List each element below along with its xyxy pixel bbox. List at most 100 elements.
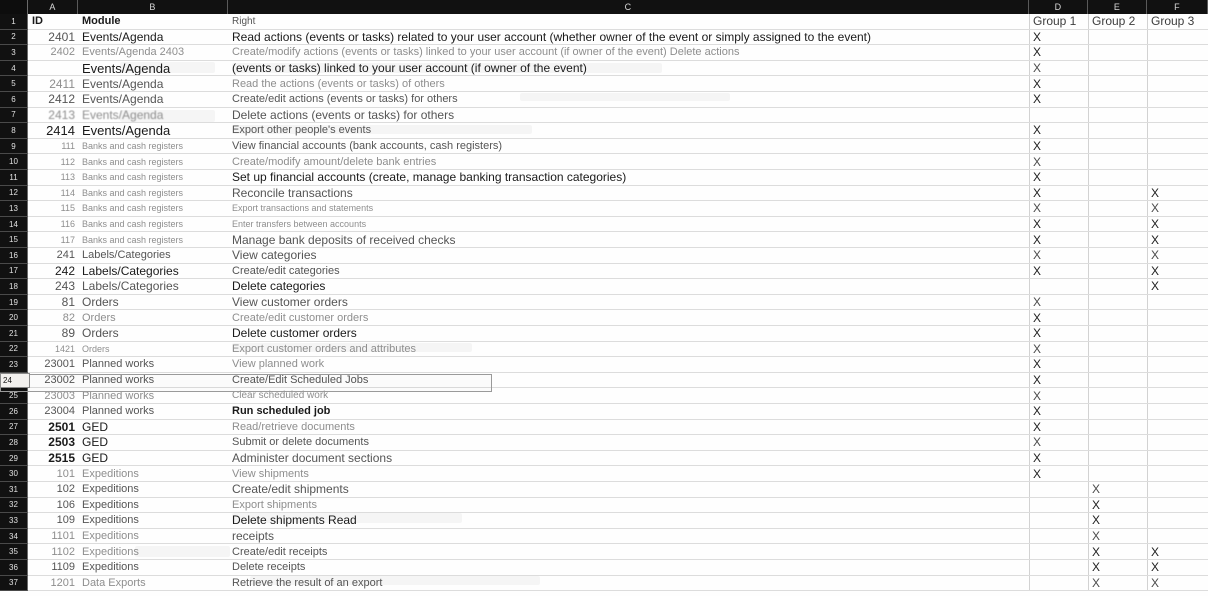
cell-group1-r13[interactable]: X	[1029, 201, 1088, 216]
cell-module-r36[interactable]: Expeditions	[78, 560, 228, 575]
cell-group3-r20[interactable]	[1147, 310, 1208, 325]
cell-group1-r28[interactable]: X	[1029, 435, 1088, 450]
cell-module-r26[interactable]: Planned works	[78, 404, 228, 419]
cell-group3-r28[interactable]	[1147, 435, 1208, 450]
table-row[interactable]: 23002 Planned works Create/Edit Scheduled …	[28, 372, 1208, 389]
cell-group3-r35[interactable]: X	[1147, 544, 1208, 559]
cell-group1-r31[interactable]	[1029, 482, 1088, 497]
cell-group2-r13[interactable]	[1088, 201, 1147, 216]
cell-module-r29[interactable]: GED	[78, 451, 228, 466]
table-row[interactable]: 115 Banks and cash registers Export transa…	[28, 201, 1208, 217]
cell-group3-r24[interactable]	[1147, 372, 1208, 388]
cell-module-r30[interactable]: Expeditions	[78, 466, 228, 481]
cell-id-r23[interactable]: 23001	[28, 357, 78, 372]
cell-group1-r17[interactable]: X	[1029, 263, 1088, 279]
cell-id-r9[interactable]: 111	[28, 139, 78, 154]
row-header-30[interactable]: 30	[0, 466, 28, 482]
cell-module-r37[interactable]: Data Exports	[78, 576, 228, 591]
cell-right-r17[interactable]: Create/edit categories	[228, 264, 1029, 279]
cell-group3-r37[interactable]: X	[1147, 575, 1208, 591]
cell-group1-r36[interactable]	[1029, 560, 1088, 575]
table-row[interactable]: 106 Expeditions Export shipments X	[28, 497, 1208, 514]
row-header-31[interactable]: 31	[0, 482, 28, 498]
cell-id-r18[interactable]: 243	[28, 279, 78, 294]
table-row[interactable]: 2414 Events/Agenda Export other people's e…	[28, 123, 1208, 139]
table-row[interactable]: 2411 Events/Agenda Read the actions (event…	[28, 76, 1208, 92]
cell-module-r5[interactable]: Events/Agenda	[78, 76, 228, 91]
cell-right-r13[interactable]: Export transactions and statements	[228, 201, 1029, 216]
row-header-25[interactable]: 25	[0, 388, 28, 404]
table-row[interactable]: 243 Labels/Categories Delete categories X	[28, 279, 1208, 295]
cell-group1-r6[interactable]: X	[1029, 92, 1088, 107]
table-row[interactable]: 101 Expeditions View shipments X	[28, 466, 1208, 482]
cell-module-r7[interactable]: Events/Agenda	[78, 108, 228, 123]
cell-module-r13[interactable]: Banks and cash registers	[78, 201, 228, 216]
cell-group2-r21[interactable]	[1088, 326, 1147, 341]
cell-module-r28[interactable]: GED	[78, 435, 228, 450]
cell-module-r4[interactable]: Events/Agenda	[78, 61, 228, 76]
cell-group3-r17[interactable]: X	[1147, 263, 1208, 279]
row-header-24[interactable]: 24	[0, 372, 30, 389]
table-row[interactable]: 114 Banks and cash registers Reconcile tra…	[28, 185, 1208, 202]
cell-group1-r35[interactable]	[1029, 544, 1088, 559]
row-header-32[interactable]: 32	[0, 497, 28, 514]
cell-module-r14[interactable]: Banks and cash registers	[78, 217, 228, 232]
cell-right-r26[interactable]: Run scheduled job	[228, 404, 1029, 419]
cell-right-r5[interactable]: Read the actions (events or tasks) of ot…	[228, 76, 1029, 91]
cell-id-r17[interactable]: 242	[28, 264, 78, 279]
cell-group2-r19[interactable]	[1088, 294, 1147, 310]
cell-module-r22[interactable]: Orders	[78, 342, 228, 357]
cell-group1-r21[interactable]: X	[1029, 326, 1088, 341]
cell-right-r25[interactable]: Clear scheduled work	[228, 388, 1029, 403]
cell-group2-r27[interactable]	[1088, 419, 1147, 435]
cell-group3-r1[interactable]: Group 3	[1147, 14, 1208, 29]
cell-group3-r33[interactable]	[1147, 513, 1208, 528]
table-row[interactable]: 111 Banks and cash registers View financia…	[28, 138, 1208, 155]
table-row[interactable]: 109 Expeditions Delete shipments Read X	[28, 513, 1208, 529]
cell-id-r11[interactable]: 113	[28, 170, 78, 185]
cell-group2-r4[interactable]	[1088, 60, 1147, 76]
cell-module-r2[interactable]: Events/Agenda	[78, 30, 228, 45]
cell-right-r35[interactable]: Create/edit receipts	[228, 544, 1029, 559]
cell-group3-r11[interactable]	[1147, 170, 1208, 185]
column-header-e[interactable]: E	[1088, 0, 1147, 14]
cell-id-r4[interactable]	[28, 61, 78, 76]
row-header-29[interactable]: 29	[0, 450, 28, 467]
cell-group2-r24[interactable]	[1088, 372, 1147, 388]
cell-group3-r22[interactable]	[1147, 341, 1208, 357]
cell-module-r20[interactable]: Orders	[78, 310, 228, 325]
cell-group3-r7[interactable]	[1147, 107, 1208, 123]
table-header-row[interactable]: ID Module Right Group 1 Group 2 Group 3	[28, 14, 1208, 30]
cell-id-r35[interactable]: 1102	[28, 544, 78, 559]
cell-group3-r25[interactable]	[1147, 388, 1208, 403]
cell-id-r8[interactable]: 2414	[28, 123, 78, 138]
cell-module-r10[interactable]: Banks and cash registers	[78, 154, 228, 169]
cell-module-r23[interactable]: Planned works	[78, 357, 228, 372]
cell-group1-r37[interactable]	[1029, 575, 1088, 591]
cell-group2-r8[interactable]	[1088, 123, 1147, 138]
cell-id-r25[interactable]: 23003	[28, 388, 78, 403]
row-header-22[interactable]: 22	[0, 341, 28, 358]
cell-group2-r37[interactable]: X	[1088, 575, 1147, 591]
cell-right-r19[interactable]: View customer orders	[228, 295, 1029, 310]
cell-group3-r13[interactable]: X	[1147, 201, 1208, 216]
table-row[interactable]: 2402 Events/Agenda 2403 Create/modify acti…	[28, 45, 1208, 61]
cell-right-r11[interactable]: Set up financial accounts (create, manag…	[228, 170, 1029, 185]
table-row[interactable]: 1102 Expeditions Create/edit receipts X X	[28, 544, 1208, 560]
cell-module-r3[interactable]: Events/Agenda 2403	[78, 45, 228, 60]
cell-module-r18[interactable]: Labels/Categories	[78, 279, 228, 294]
cell-group3-r27[interactable]	[1147, 419, 1208, 435]
cell-id-r10[interactable]: 112	[28, 154, 78, 169]
cell-group1-r32[interactable]	[1029, 497, 1088, 513]
cell-group2-r10[interactable]	[1088, 154, 1147, 169]
table-row[interactable]: 116 Banks and cash registers Enter transfe…	[28, 216, 1208, 233]
cell-right-r33[interactable]: Delete shipments Read	[228, 513, 1029, 528]
cell-right-r6[interactable]: Create/edit actions (events or tasks) fo…	[228, 92, 1029, 107]
cell-group3-r15[interactable]: X	[1147, 232, 1208, 247]
table-row[interactable]: 102 Expeditions Create/edit shipments X	[28, 482, 1208, 498]
cell-right-r21[interactable]: Delete customer orders	[228, 326, 1029, 341]
cell-group2-r14[interactable]	[1088, 216, 1147, 232]
cell-group1-r24[interactable]: X	[1029, 372, 1088, 388]
cell-group2-r36[interactable]: X	[1088, 560, 1147, 575]
cell-id-r30[interactable]: 101	[28, 466, 78, 481]
